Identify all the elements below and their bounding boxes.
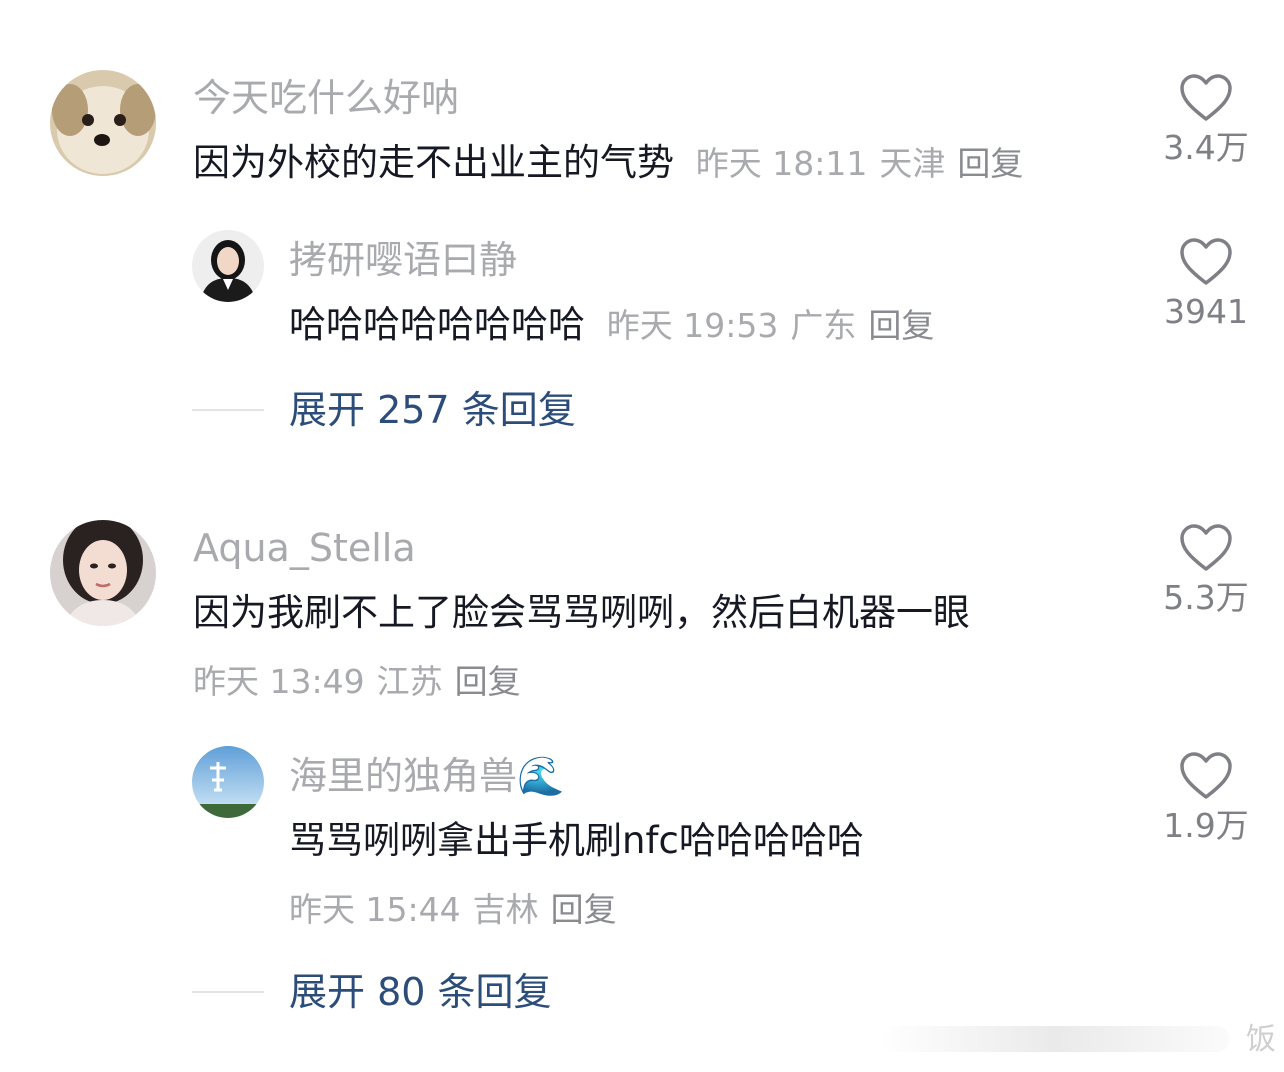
avatar[interactable] xyxy=(50,520,156,626)
like-count: 3.4万 xyxy=(1163,128,1249,167)
username[interactable]: 今天吃什么好呐 xyxy=(193,74,459,122)
heart-outline-icon xyxy=(1180,74,1232,121)
like-count: 5.3万 xyxy=(1163,578,1249,617)
reply-meta: 昨天 15:44 吉林 回复 xyxy=(289,888,629,932)
comment-time: 昨天 18:11 xyxy=(695,144,868,183)
like-button[interactable]: 3941 xyxy=(1146,238,1266,332)
reply-button[interactable]: 回复 xyxy=(551,890,617,929)
like-button[interactable]: 5.3万 xyxy=(1146,524,1266,618)
username[interactable]: Aqua_Stella xyxy=(193,524,416,572)
heart-outline-icon xyxy=(1180,238,1232,285)
like-button[interactable]: 3.4万 xyxy=(1146,74,1266,168)
username[interactable]: 海里的独角兽🌊 xyxy=(289,752,564,800)
reply-text: 哈哈哈哈哈哈哈哈 昨天 19:53 广东 回复 xyxy=(289,301,946,350)
reply-time: 昨天 15:44 xyxy=(289,890,461,929)
like-count: 3941 xyxy=(1164,292,1248,331)
comment-location: 天津 xyxy=(879,144,946,183)
avatar[interactable] xyxy=(192,230,264,302)
reply-location: 广东 xyxy=(790,306,857,345)
divider xyxy=(192,991,264,993)
expand-replies-label[interactable]: 展开 257 条回复 xyxy=(289,386,576,434)
heart-outline-icon xyxy=(1180,752,1232,799)
reply-button[interactable]: 回复 xyxy=(868,306,934,345)
like-button[interactable]: 1.9万 xyxy=(1146,752,1266,846)
heart-outline-icon xyxy=(1180,524,1232,571)
reply-location: 吉林 xyxy=(472,890,539,929)
reply-body: 骂骂咧咧拿出手机刷nfc哈哈哈哈哈 xyxy=(289,819,864,862)
comment-body: 因为我刷不上了脸会骂骂咧咧，然后白机器一眼 xyxy=(193,591,970,634)
avatar[interactable] xyxy=(192,746,264,818)
username[interactable]: 拷研嘤语曰静 xyxy=(289,236,517,284)
reply-button[interactable]: 回复 xyxy=(957,144,1023,183)
avatar[interactable] xyxy=(50,70,156,176)
comment-meta: 昨天 13:49 江苏 回复 xyxy=(193,660,533,704)
reply-button[interactable]: 回复 xyxy=(455,662,521,701)
reply-body: 哈哈哈哈哈哈哈哈 xyxy=(289,303,585,346)
divider xyxy=(192,409,264,411)
like-count: 1.9万 xyxy=(1163,806,1249,845)
expand-replies-label[interactable]: 展开 80 条回复 xyxy=(289,968,552,1016)
comment-body: 因为外校的走不出业主的气势 xyxy=(193,141,674,184)
reply-meta: 昨天 19:53 广东 回复 xyxy=(607,306,947,345)
comment-location: 江苏 xyxy=(376,662,443,701)
watermark: 饭 xyxy=(1246,1022,1276,1057)
reply-time: 昨天 19:53 xyxy=(606,306,779,345)
comment-text: 因为外校的走不出业主的气势 昨天 18:11 天津 回复 xyxy=(193,139,1035,188)
watermark-bar xyxy=(880,1026,1230,1052)
comment-meta: 昨天 18:11 天津 回复 xyxy=(696,144,1036,183)
comment-time: 昨天 13:49 xyxy=(193,662,365,701)
